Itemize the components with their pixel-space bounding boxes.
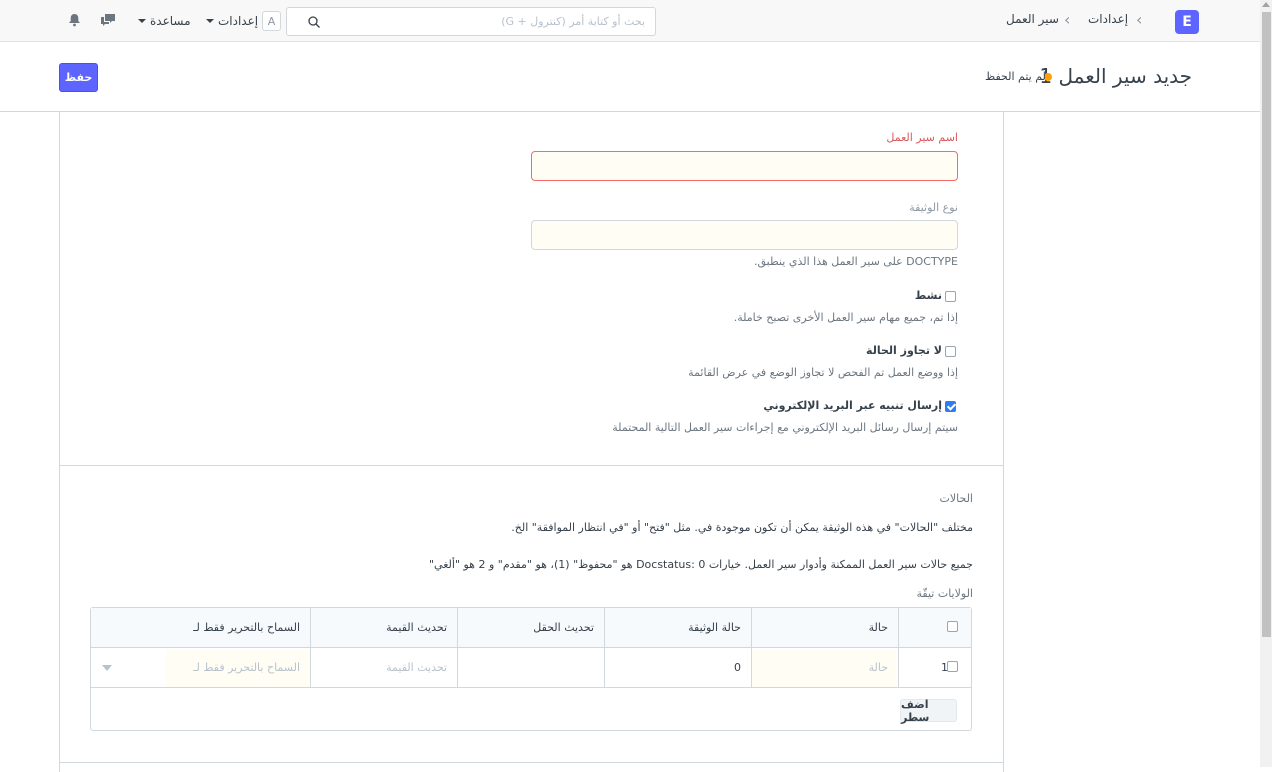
page-title: جديد سير العمل 1 [1039,64,1192,88]
doc-status-value[interactable]: 0 [734,661,741,674]
caret-down-icon [206,19,214,23]
email-alert-help: سيتم إرسال رسائل البريد الإلكتروني مع إج… [612,421,958,434]
doctype-help: DOCTYPE على سير العمل هذا الذي ينطبق. [753,255,958,268]
grid-header-update-field: تحديث الحقل [533,621,594,634]
doctype-input[interactable] [531,220,958,250]
state-placeholder: حالة [868,661,888,674]
section-divider [59,762,1004,763]
section-divider [59,465,1004,466]
chat-icon[interactable] [100,13,116,27]
search-placeholder: بحث أو كتابة أمر (كنترول + G) [501,15,645,28]
active-label: نشط [914,289,942,302]
avatar[interactable]: A [262,11,281,31]
status-text: لم يتم الحفظ [985,70,1046,83]
app-logo[interactable]: E [1175,10,1199,34]
no-override-label: لا تجاوز الحالة [866,344,942,357]
row-checkbox[interactable] [947,661,958,672]
email-alert-label: إرسال تنبيه عبر البريد الإلكتروني [763,399,942,412]
save-button[interactable]: حفظ [59,63,98,92]
workflow-name-input[interactable] [531,151,958,181]
workflow-name-label: اسم سير العمل [886,131,958,144]
allow-edit-placeholder: السماح بالتحرير فقط لـ [193,661,300,674]
breadcrumb-settings[interactable]: إعدادات [1088,12,1128,26]
states-grid: حالة حالة الوثيقة تحديث الحقل تحديث القي… [90,607,972,731]
scrollbar-thumb[interactable] [1262,12,1271,637]
chevron-left-icon: ‹ [1136,10,1143,29]
no-override-help: إذا ووضع العمل تم الفحص لا تجاوز الوضع ف… [688,366,958,379]
email-alert-checkbox[interactable] [945,401,956,412]
grid-header-doc-status: حالة الوثيقة [688,621,741,634]
caret-down-icon [138,19,146,23]
scroll-up-icon[interactable] [1262,2,1270,7]
grid-col-divider [604,608,605,688]
active-checkbox[interactable] [945,291,956,302]
search-input[interactable]: بحث أو كتابة أمر (كنترول + G) [286,7,656,36]
states-section-title: الحالات [939,492,974,505]
help-menu[interactable]: مساعدة [150,14,191,28]
grid-col-divider [751,608,752,688]
states-help: جميع حالات سير العمل الممكنة وأدوار سير … [429,558,973,571]
grid-header-state: حالة [868,621,888,634]
settings-menu[interactable]: إعدادات [218,14,258,28]
page-head: جديد سير العمل 1 لم يتم الحفظ حفظ [0,42,1260,112]
doctype-label: نوع الوثيقة [909,201,958,214]
navbar: E ‹ إعدادات ‹ سير العمل بحث أو كتابة أمر… [0,0,1260,42]
grid-col-divider [898,608,899,688]
grid-header-allow-edit: السماح بالتحرير فقط لـ [193,621,300,634]
select-all-checkbox[interactable] [947,621,958,632]
bell-icon[interactable] [68,13,81,27]
search-icon [308,16,320,28]
active-help: إذا تم، جميع مهام سير العمل الأخرى تصبح … [733,311,958,324]
states-grid-label: الولايات تيقّة [916,587,973,600]
dropdown-arrow-icon[interactable] [102,665,112,671]
update-value-placeholder: تحديث القيمة [386,661,447,674]
grid-col-divider [457,608,458,688]
grid-header-update-value: تحديث القيمة [386,621,447,634]
no-override-checkbox[interactable] [945,346,956,357]
states-description: مختلف "الحالات" في هذه الوثيقة يمكن أن ت… [511,521,973,534]
grid-col-divider [310,608,311,688]
breadcrumb-workflow[interactable]: سير العمل [1006,12,1059,26]
add-row-button[interactable]: اضف سطر [900,698,957,724]
chevron-left-icon: ‹ [1064,10,1071,29]
